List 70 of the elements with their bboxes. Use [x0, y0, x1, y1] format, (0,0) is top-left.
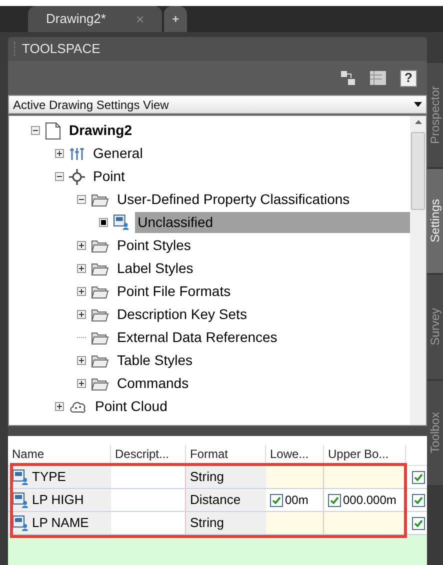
crosshair-icon [69, 168, 85, 184]
table-cell: LP NAME [8, 512, 111, 534]
side-tab[interactable]: Settings [427, 169, 443, 273]
column-header[interactable]: Lowe... [266, 445, 324, 465]
new-row[interactable] [8, 535, 427, 565]
user-window-icon [12, 492, 29, 508]
tree-item[interactable]: Drawing2 [66, 120, 136, 141]
document-tab[interactable]: + [164, 6, 188, 32]
document-icon [45, 122, 61, 140]
tree-item[interactable]: Label Styles [114, 258, 196, 279]
checkbox[interactable] [412, 470, 425, 484]
document-tab[interactable]: Drawing2* × [28, 6, 162, 32]
expand-icon[interactable] [55, 149, 64, 158]
expand-icon[interactable] [77, 356, 86, 365]
dropdown-arrow-icon [414, 102, 422, 107]
folder-icon [91, 238, 109, 252]
user-window-icon [12, 468, 29, 486]
checkbox[interactable] [412, 516, 425, 530]
table-cell: String [186, 466, 266, 488]
tree-item[interactable]: Description Key Sets [114, 304, 250, 325]
folder-icon [91, 330, 109, 344]
cell-value: 00m [285, 492, 308, 509]
column-header[interactable]: Format [186, 445, 266, 465]
tree-item[interactable]: Table Styles [114, 350, 196, 371]
folder-icon [91, 354, 109, 368]
folder-icon [91, 284, 109, 298]
checkbox[interactable] [412, 494, 425, 506]
node-marker-icon [99, 218, 108, 227]
table-cell: TYPE [8, 466, 111, 488]
tree-item[interactable]: Point File Formats [114, 281, 234, 302]
collapse-icon[interactable] [77, 195, 86, 204]
expand-icon[interactable] [77, 264, 86, 273]
user-window-icon [112, 214, 130, 231]
expand-icon[interactable] [77, 379, 86, 388]
collapse-icon[interactable] [31, 126, 40, 135]
checkbox[interactable] [328, 494, 341, 506]
collapse-icon[interactable] [55, 172, 64, 181]
folder-icon [91, 308, 109, 322]
switch-view-icon[interactable] [340, 70, 356, 86]
view-dropdown[interactable]: Active Drawing Settings View [8, 95, 427, 114]
scroll-up-icon[interactable] [414, 120, 422, 124]
table-cell: LP HIGH [8, 489, 111, 511]
tree-item[interactable]: General [90, 143, 146, 164]
column-header[interactable]: Name [8, 445, 111, 465]
folder-icon [91, 376, 109, 390]
tree-item[interactable]: Point Styles [114, 235, 194, 256]
tree-item[interactable]: External Data References [114, 327, 280, 348]
scrollbar[interactable] [410, 116, 426, 425]
column-header[interactable]: Descript... [111, 445, 186, 465]
expand-icon[interactable] [77, 241, 86, 250]
tree-item[interactable]: Point Cloud [92, 396, 170, 417]
column-header[interactable]: Upper Bo... [324, 445, 406, 465]
expand-icon[interactable] [77, 287, 86, 296]
tree-item[interactable]: User-Defined Property Classifications [114, 189, 353, 210]
expand-icon[interactable] [77, 310, 86, 319]
table-cell: String [186, 512, 266, 534]
folder-icon [91, 262, 109, 276]
cell-value: 000.000m [343, 492, 396, 509]
help-button[interactable]: ? [400, 70, 417, 86]
tree-item[interactable]: Point [90, 166, 128, 187]
scrollbar-thumb[interactable] [411, 132, 425, 210]
expand-icon[interactable] [55, 402, 64, 411]
table-cell: Distance [186, 489, 266, 511]
tools-icon [69, 146, 85, 162]
panel-title: TOOLSPACE [22, 40, 100, 58]
user-window-icon [12, 514, 29, 532]
checkbox[interactable] [270, 494, 283, 506]
tree-item[interactable]: Unclassified [134, 212, 410, 233]
folder-icon [91, 192, 109, 206]
tree-item[interactable]: Commands [114, 373, 192, 394]
